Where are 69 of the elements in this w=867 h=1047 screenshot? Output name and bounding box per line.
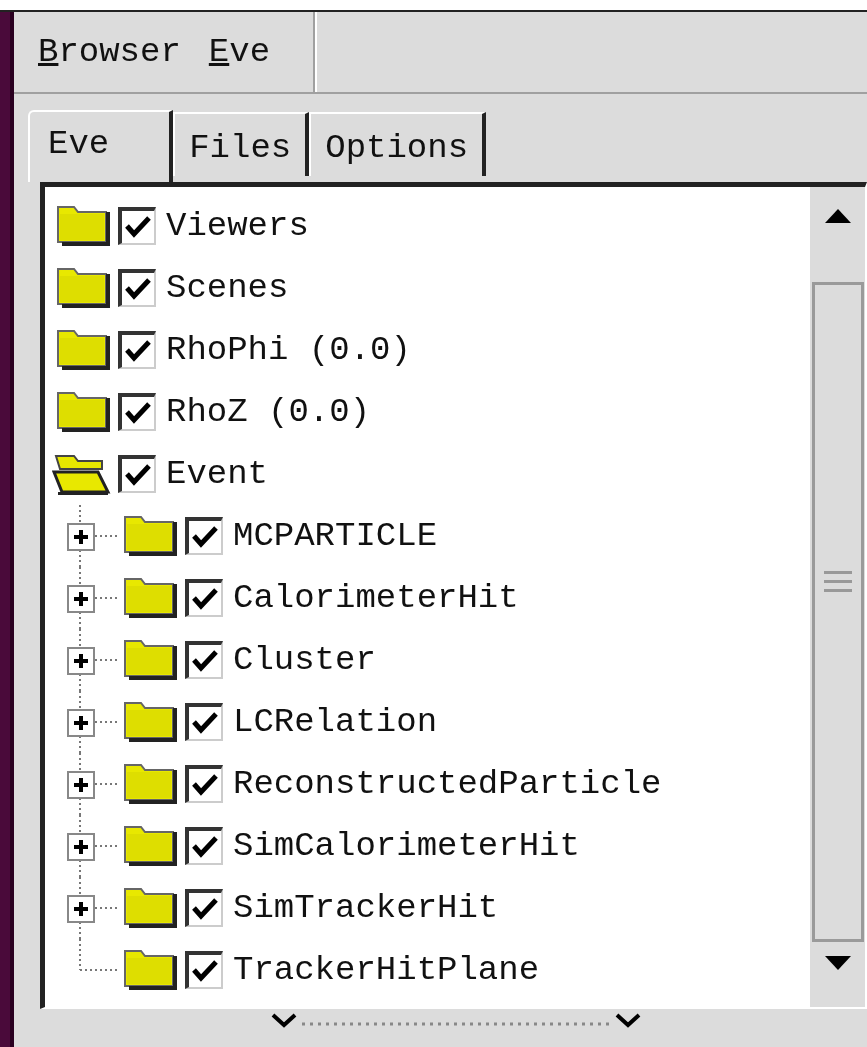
check-icon: [192, 587, 218, 611]
check-icon: [192, 649, 218, 673]
plus-icon: [73, 839, 89, 855]
plus-icon: [73, 529, 89, 545]
expand-button[interactable]: [67, 647, 95, 675]
checkbox[interactable]: [185, 889, 223, 927]
tree-item-label[interactable]: ReconstructedParticle: [233, 767, 662, 801]
check-icon: [125, 463, 151, 487]
menu-item[interactable]: Eve: [208, 35, 271, 69]
tree-connector-line: [79, 505, 119, 567]
check-icon: [192, 711, 218, 735]
tree-item-label[interactable]: RhoPhi (0.0): [166, 333, 411, 367]
plus-icon: [73, 591, 89, 607]
tree-item-label[interactable]: SimTrackerHit: [233, 891, 499, 925]
checkbox[interactable]: [118, 393, 156, 431]
check-icon: [192, 835, 218, 859]
expand-button[interactable]: [67, 771, 95, 799]
checkbox[interactable]: [185, 765, 223, 803]
plus-icon: [73, 715, 89, 731]
checkbox[interactable]: [185, 579, 223, 617]
tree-item-label[interactable]: Cluster: [233, 643, 376, 677]
grip-icon: [823, 570, 852, 594]
checkbox[interactable]: [185, 827, 223, 865]
check-icon: [125, 277, 151, 301]
checkbox[interactable]: [185, 951, 223, 989]
check-icon: [125, 215, 151, 239]
tree-item-label[interactable]: LCRelation: [233, 705, 438, 739]
splitter-handle[interactable]: [270, 1011, 642, 1029]
plus-icon: [73, 777, 89, 793]
expand-button[interactable]: [67, 833, 95, 861]
tree-connector-line: [79, 753, 119, 815]
menu-item[interactable]: Browser: [38, 35, 181, 69]
checkbox[interactable]: [185, 703, 223, 741]
tree-item-label[interactable]: Scenes: [166, 271, 289, 305]
tree-item-label[interactable]: MCPARTICLE: [233, 519, 438, 553]
checkbox[interactable]: [185, 517, 223, 555]
tab[interactable]: Eve: [28, 110, 174, 182]
check-icon: [192, 525, 218, 549]
check-icon: [192, 773, 218, 797]
checkbox[interactable]: [185, 641, 223, 679]
tree-connector-line: [79, 567, 119, 629]
plus-icon: [73, 901, 89, 917]
checkbox[interactable]: [118, 207, 156, 245]
tree-item-label[interactable]: CalorimeterHit: [233, 581, 519, 615]
tree-connector-line: [79, 629, 119, 691]
check-icon: [192, 959, 218, 983]
check-icon: [192, 897, 218, 921]
tree-item-label[interactable]: SimCalorimeterHit: [233, 829, 580, 863]
tree-item-label[interactable]: Event: [166, 457, 269, 491]
expand-button[interactable]: [67, 709, 95, 737]
expand-button[interactable]: [67, 895, 95, 923]
tab[interactable]: Options: [309, 112, 487, 176]
tree-item-label[interactable]: Viewers: [166, 209, 309, 243]
check-icon: [125, 339, 151, 363]
checkbox[interactable]: [118, 269, 156, 307]
tree-item-label[interactable]: TrackerHitPlane: [233, 953, 540, 987]
plus-icon: [73, 653, 89, 669]
checkbox[interactable]: [118, 331, 156, 369]
tab[interactable]: Files: [173, 112, 310, 176]
scrollbar-thumb[interactable]: [811, 282, 864, 942]
tree-item-label[interactable]: RhoZ (0.0): [166, 395, 371, 429]
check-icon: [125, 401, 151, 425]
checkbox[interactable]: [118, 455, 156, 493]
expand-button[interactable]: [67, 523, 95, 551]
expand-button[interactable]: [67, 585, 95, 613]
tree-connector-line: [79, 691, 119, 753]
down-arrow-icon: [824, 956, 851, 970]
up-arrow-icon: [824, 209, 851, 223]
tree-connector-line: [79, 815, 119, 877]
